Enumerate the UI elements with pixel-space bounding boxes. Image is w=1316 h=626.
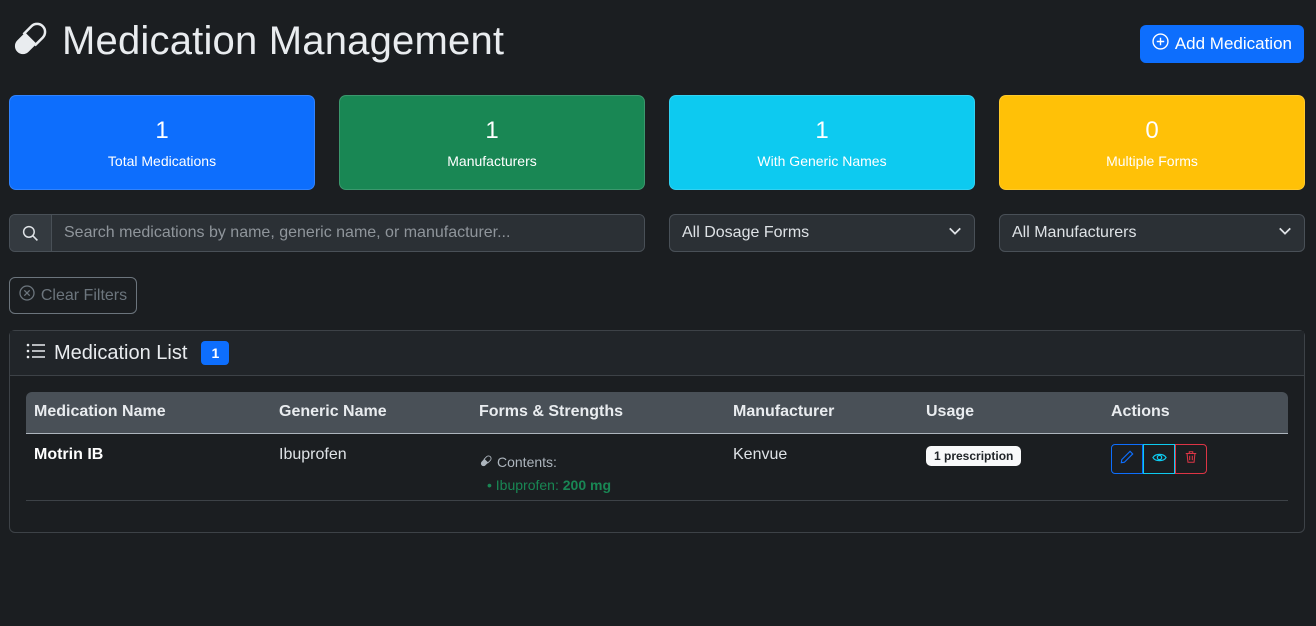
- stat-value: 0: [1145, 116, 1159, 144]
- contents-line: Contents:: [479, 454, 717, 471]
- delete-button[interactable]: [1175, 443, 1207, 474]
- column-header: Generic Name: [271, 392, 471, 434]
- table-row: Motrin IB Ibuprofen Contents: • Ibuprofe…: [26, 433, 1288, 501]
- page-title: Medication Management: [62, 18, 505, 63]
- manufacturer: Kenvue: [733, 445, 788, 463]
- column-header: Forms & Strengths: [471, 392, 725, 434]
- pencil-icon: [1120, 450, 1134, 467]
- add-medication-button[interactable]: Add Medication: [1139, 25, 1304, 63]
- stats-row: 1 Total Medications 1 Manufacturers 1 Wi…: [9, 95, 1305, 190]
- row-actions: [1111, 443, 1280, 474]
- dosage-forms-value: All Dosage Forms: [682, 224, 810, 241]
- ingredient-name: Ibuprofen:: [495, 476, 559, 493]
- plus-circle-icon: [1152, 33, 1169, 55]
- x-circle-icon: [19, 285, 35, 306]
- column-header: Medication Name: [26, 392, 271, 434]
- stat-label: Manufacturers: [447, 152, 537, 169]
- stat-manufacturers: 1 Manufacturers: [339, 95, 645, 190]
- stat-value: 1: [815, 116, 829, 144]
- medication-name: Motrin IB: [34, 445, 104, 463]
- manufacturers-value: All Manufacturers: [1012, 224, 1137, 241]
- list-icon: [26, 342, 46, 365]
- manufacturers-select[interactable]: All Manufacturers: [999, 214, 1305, 252]
- ingredient-strength: 200 mg: [562, 476, 611, 493]
- column-header: Usage: [918, 392, 1103, 434]
- stat-multiple-forms: 0 Multiple Forms: [999, 95, 1305, 190]
- chevron-down-icon: [948, 224, 962, 243]
- stat-generic-names: 1 With Generic Names: [669, 95, 975, 190]
- page-header: Medication Management Add Medication: [10, 18, 1304, 64]
- generic-name: Ibuprofen: [279, 445, 347, 463]
- stat-value: 1: [485, 116, 499, 144]
- trash-icon: [1184, 450, 1198, 467]
- title-wrap: Medication Management: [10, 19, 504, 64]
- count-badge: 1: [201, 341, 230, 365]
- table-header-row: Medication Name Generic Name Forms & Str…: [26, 392, 1288, 434]
- stat-value: 1: [155, 116, 169, 144]
- card-header: Medication List 1: [10, 331, 1304, 376]
- ingredient-line: • Ibuprofen: 200 mg: [487, 476, 611, 493]
- medications-table: Medication Name Generic Name Forms & Str…: [26, 392, 1288, 501]
- view-button[interactable]: [1143, 443, 1175, 474]
- chevron-down-icon: [1278, 224, 1292, 243]
- clear-filters-label: Clear Filters: [40, 286, 128, 304]
- search-icon: [10, 215, 52, 251]
- filters-row: All Dosage Forms All Manufacturers: [9, 214, 1305, 252]
- medication-list-card: Medication List 1 Medication Name Generi…: [9, 330, 1305, 533]
- column-header: Manufacturer: [725, 392, 918, 434]
- pill-icon: [10, 19, 50, 64]
- search-input[interactable]: [52, 215, 644, 251]
- dosage-forms-select[interactable]: All Dosage Forms: [669, 214, 975, 252]
- search-group: [9, 214, 645, 252]
- clear-filters-button[interactable]: Clear Filters: [9, 277, 137, 314]
- stat-total-medications: 1 Total Medications: [9, 95, 315, 190]
- capsule-icon: [479, 454, 493, 471]
- edit-button[interactable]: [1111, 443, 1143, 474]
- stat-label: Multiple Forms: [1106, 152, 1198, 169]
- stat-label: Total Medications: [107, 152, 217, 169]
- contents-label: Contents:: [497, 454, 557, 470]
- card-title: Medication List: [54, 341, 188, 364]
- column-header: Actions: [1103, 392, 1288, 434]
- add-medication-label: Add Medication: [1174, 34, 1292, 53]
- stat-label: With Generic Names: [757, 152, 887, 169]
- eye-icon: [1151, 450, 1167, 468]
- usage-badge: 1 prescription: [926, 445, 1022, 466]
